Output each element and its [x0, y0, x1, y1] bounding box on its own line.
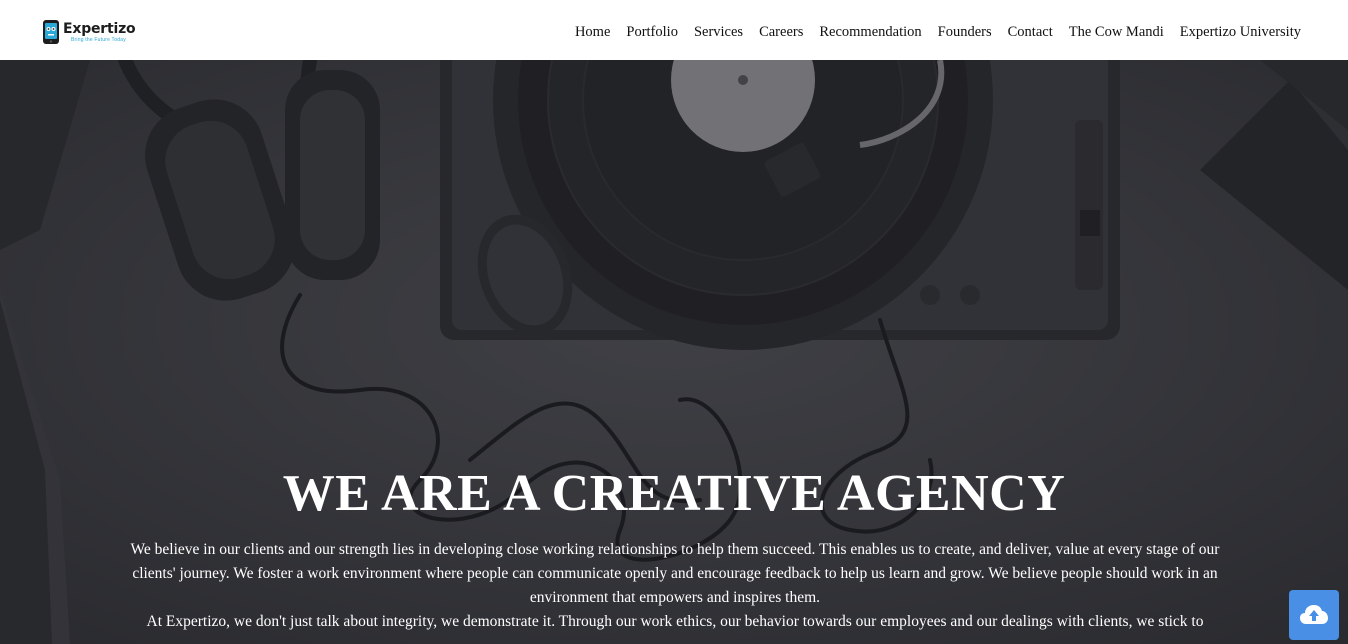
nav-item-recommendation[interactable]: Recommendation — [819, 24, 921, 41]
nav-item-contact[interactable]: Contact — [1008, 24, 1053, 41]
brand-name: Expertizo — [63, 20, 136, 37]
hero-title: WE ARE A CREATIVE AGENCY — [282, 465, 1066, 522]
brand-tagline: Bring the Future Today — [71, 36, 126, 43]
scroll-to-top-button[interactable] — [1289, 590, 1339, 640]
nav-item-portfolio[interactable]: Portfolio — [626, 24, 678, 41]
nav-item-careers[interactable]: Careers — [759, 24, 803, 41]
nav-item-expertizo-university[interactable]: Expertizo University — [1180, 24, 1301, 41]
brand-logo[interactable]: Expertizo Bring the Future Today — [42, 19, 136, 45]
hero-paragraph-2: At Expertizo, we don't just talk about i… — [146, 613, 1204, 630]
nav-menu: Home Portfolio Services Careers Recommen… — [559, 24, 1301, 41]
hero-section: WE ARE A CREATIVE AGENCY We believe in o… — [0, 60, 1348, 644]
hero-paragraph-1: We believe in our clients and our streng… — [130, 541, 1220, 606]
hero-description: We believe in our clients and our streng… — [120, 538, 1230, 634]
top-navbar: Expertizo Bring the Future Today Home Po… — [0, 0, 1348, 60]
nav-item-founders[interactable]: Founders — [938, 24, 992, 41]
nav-item-services[interactable]: Services — [694, 24, 743, 41]
phone-robot-icon — [42, 19, 60, 45]
nav-item-cow-mandi[interactable]: The Cow Mandi — [1069, 24, 1164, 41]
nav-item-home[interactable]: Home — [575, 24, 610, 41]
cloud-upload-icon — [1300, 605, 1328, 624]
